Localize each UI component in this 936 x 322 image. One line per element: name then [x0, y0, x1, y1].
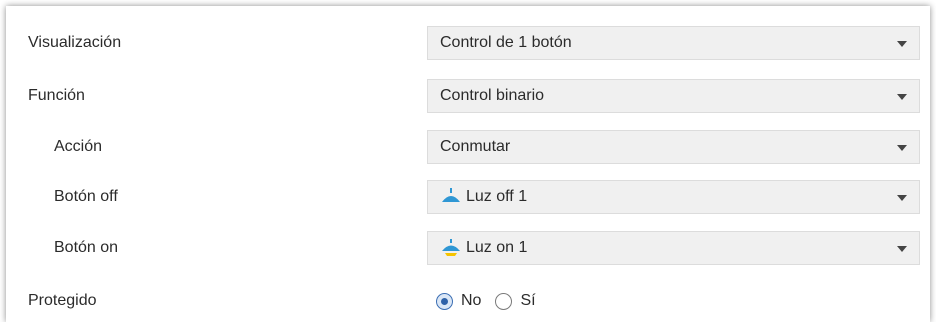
boton-off-value: Luz off 1: [466, 188, 528, 205]
row-boton-on: Botón on Luz on 1: [6, 231, 930, 265]
protegido-radio-group: No Sí: [436, 284, 550, 318]
boton-off-label: Botón off: [54, 188, 118, 205]
protegido-option-no-label: No: [461, 292, 482, 309]
chevron-down-icon: [897, 94, 907, 100]
lamp-on-icon: [442, 239, 460, 256]
chevron-down-icon: [897, 246, 907, 252]
protegido-option-si-label: Sí: [520, 292, 536, 309]
funcion-value: Control binario: [440, 87, 545, 104]
radio-checked-icon[interactable]: [436, 292, 453, 310]
radio-unchecked-icon[interactable]: [495, 292, 513, 310]
visualizacion-dropdown[interactable]: Control de 1 botón: [427, 26, 920, 60]
chevron-down-icon: [897, 145, 907, 151]
boton-on-value: Luz on 1: [466, 239, 528, 256]
protegido-label: Protegido: [28, 292, 97, 309]
protegido-option-no[interactable]: No: [436, 292, 481, 310]
chevron-down-icon: [897, 195, 907, 201]
visualizacion-label: Visualización: [28, 34, 122, 51]
boton-on-label: Botón on: [54, 239, 119, 256]
boton-on-value-wrap: Luz on 1: [440, 232, 527, 264]
row-funcion: Función Control binario: [6, 79, 930, 113]
parameters-panel: Visualización Control de 1 botón Función…: [6, 6, 930, 322]
accion-value: Conmutar: [440, 138, 511, 155]
row-visualizacion: Visualización Control de 1 botón: [6, 26, 930, 60]
accion-dropdown[interactable]: Conmutar: [427, 130, 920, 164]
row-boton-off: Botón off Luz off 1: [6, 180, 930, 214]
funcion-label: Función: [28, 87, 85, 104]
boton-off-value-wrap: Luz off 1: [440, 181, 527, 213]
row-accion: Acción Conmutar: [6, 130, 930, 164]
accion-label: Acción: [54, 138, 103, 155]
funcion-dropdown[interactable]: Control binario: [427, 79, 920, 113]
boton-off-dropdown[interactable]: Luz off 1: [427, 180, 920, 214]
row-protegido: Protegido No Sí: [6, 284, 930, 318]
lamp-off-icon: [442, 188, 460, 202]
boton-on-dropdown[interactable]: Luz on 1: [427, 231, 920, 265]
protegido-option-si[interactable]: Sí: [495, 292, 536, 310]
chevron-down-icon: [897, 41, 907, 47]
visualizacion-value: Control de 1 botón: [440, 34, 572, 51]
